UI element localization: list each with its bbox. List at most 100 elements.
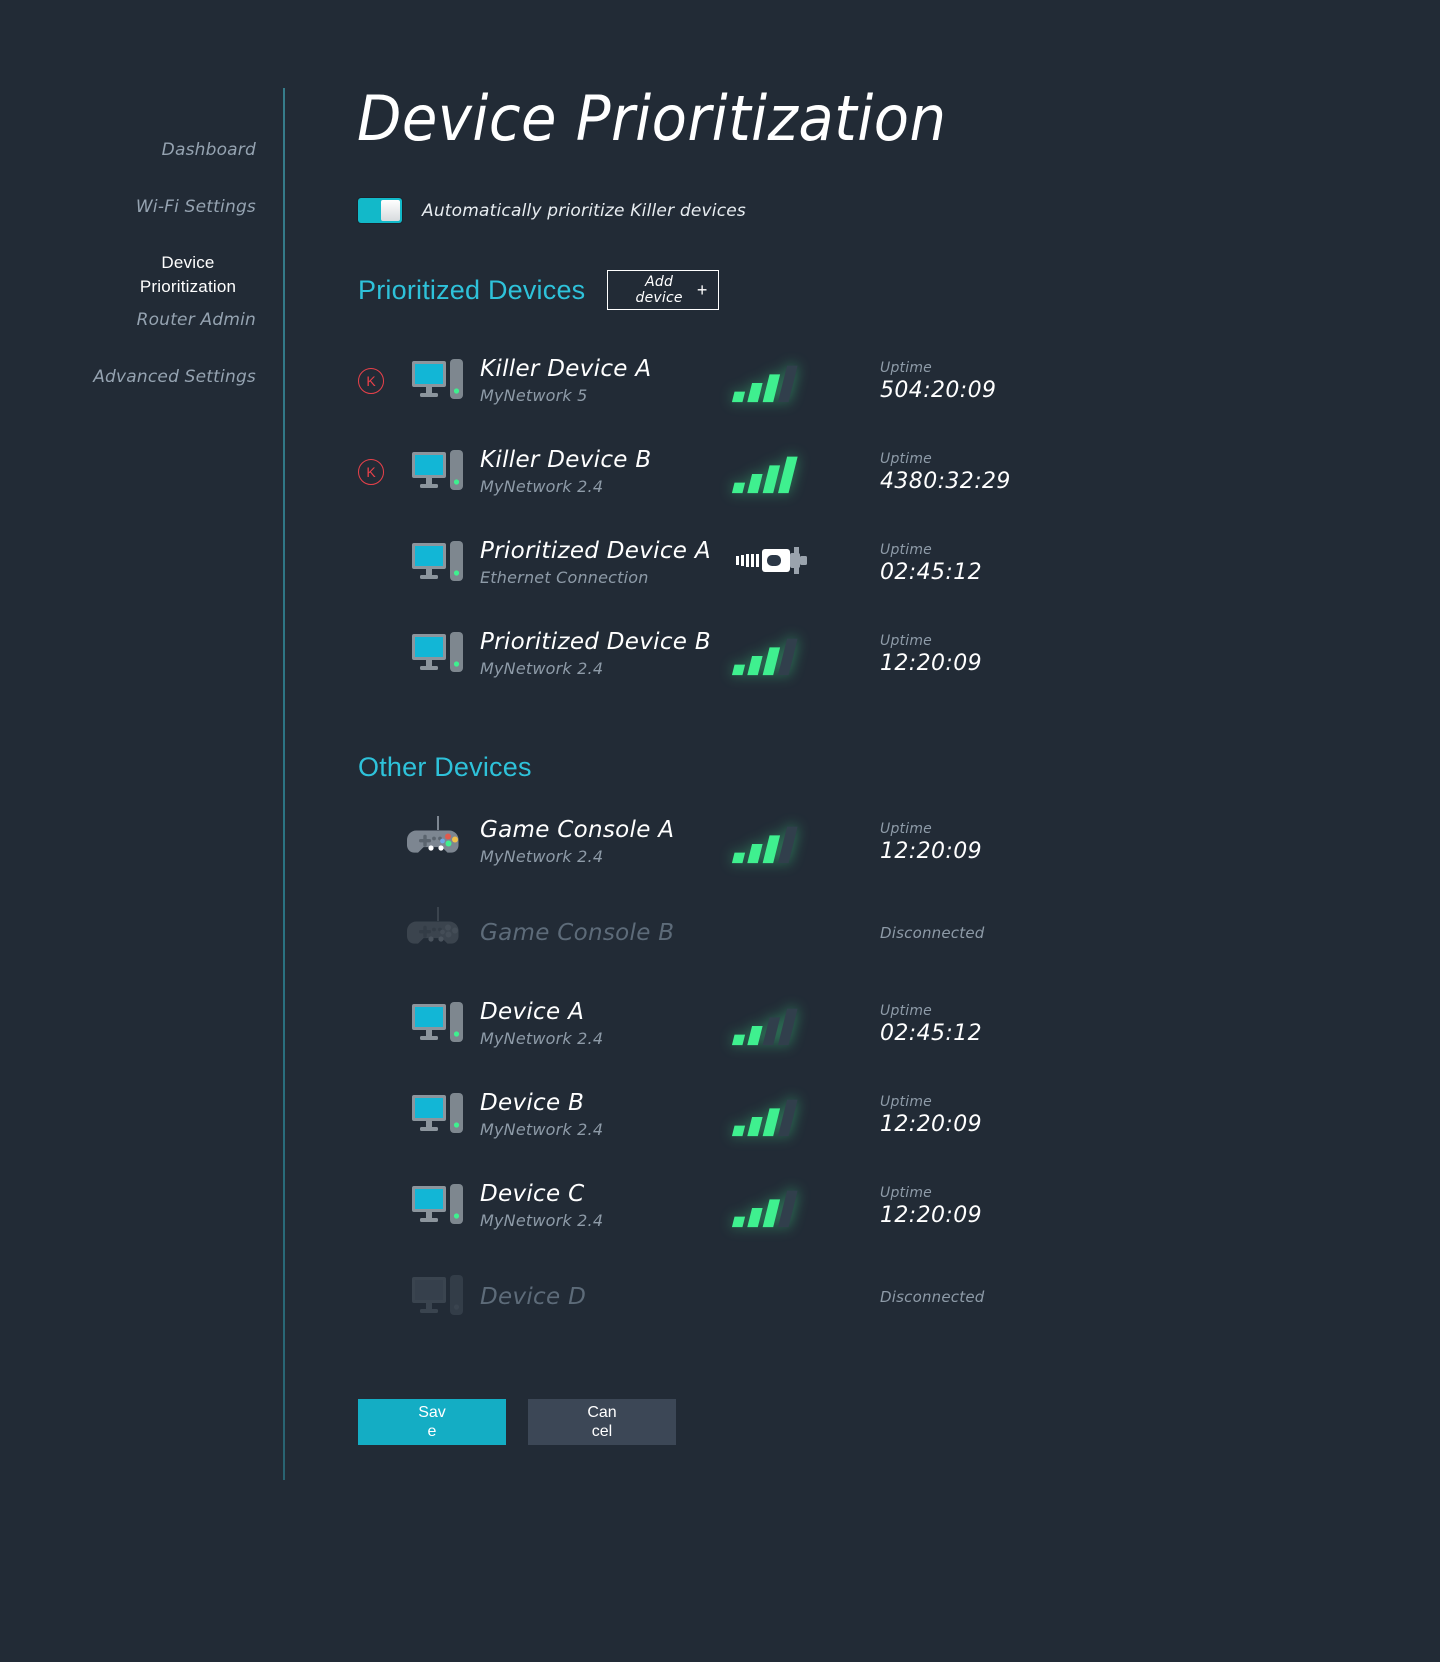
auto-prioritize-toggle[interactable] <box>358 198 402 223</box>
uptime-cell: Uptime 12:20:09 <box>880 820 1180 865</box>
pc-icon <box>410 1178 466 1234</box>
gamepad-icon-svg <box>407 816 459 853</box>
device-network: MyNetwork 2.4 <box>480 477 604 496</box>
section-header-prioritized-devices: Prioritized Devices Add device + <box>358 270 720 310</box>
section-title: Prioritized Devices <box>358 274 586 305</box>
device-row[interactable]: Device B MyNetwork 2.4 Uptime 12:20:09 <box>284 1079 1384 1151</box>
pc-icon <box>410 1269 466 1325</box>
device-info: Prioritized Device B MyNetwork 2.4 <box>480 628 900 680</box>
uptime-cell: Uptime 4380:32:29 <box>880 450 1180 495</box>
device-name: Killer Device B <box>480 447 652 473</box>
plus-icon: + <box>696 280 708 300</box>
device-name: Killer Device A <box>480 356 652 382</box>
status-badge: Disconnected <box>880 1288 985 1306</box>
pc-icon-svg <box>412 541 463 581</box>
gamepad-icon-svg <box>407 907 459 944</box>
device-row[interactable]: Device D Disconnected <box>284 1261 1384 1333</box>
sidebar-item-router-admin[interactable]: Router Admin <box>0 308 256 332</box>
device-row[interactable]: Game Console B Disconnected <box>284 897 1384 969</box>
auto-prioritize-label: Automatically prioritize Killer devices <box>422 200 746 221</box>
device-row[interactable]: Device C MyNetwork 2.4 Uptime 12:20:09 <box>284 1170 1384 1242</box>
section-title: Other Devices <box>358 752 532 782</box>
main-content: Device Prioritization Automatically prio… <box>284 0 1440 1662</box>
device-name: Device B <box>480 1090 585 1116</box>
device-info: Game Console B <box>480 919 900 947</box>
pc-icon <box>410 535 466 591</box>
cancel-button[interactable]: Cancel <box>528 1399 676 1445</box>
uptime-cell: Uptime 504:20:09 <box>880 359 1180 404</box>
device-info: Device D <box>480 1283 900 1311</box>
device-row[interactable]: Game Console A MyNetwork 2.4 Uptime 12:20:… <box>284 806 1384 878</box>
gamepad-icon <box>407 814 466 870</box>
uptime-value: 12:20:09 <box>880 838 983 864</box>
uptime-cell: Disconnected <box>880 924 1180 942</box>
signal-bars-svg <box>731 826 798 864</box>
uptime-label: Uptime <box>880 632 932 649</box>
device-info: Device B MyNetwork 2.4 <box>480 1089 900 1141</box>
toggle-knob <box>381 200 400 221</box>
device-row[interactable]: K Killer Device A MyNetwork 5 Uptime 504:2… <box>284 345 1384 417</box>
sidebar-item-device-prioritization[interactable]: Device Prioritization <box>120 251 256 299</box>
signal-strength-icon <box>731 631 822 677</box>
sidebar-item-dashboard[interactable]: Dashboard <box>0 138 256 162</box>
section-header-other-devices: Other Devices <box>358 752 532 783</box>
pc-icon-svg <box>412 359 463 399</box>
device-info: Game Console A MyNetwork 2.4 <box>480 816 900 868</box>
uptime-label: Uptime <box>880 1184 932 1201</box>
pc-icon <box>410 1087 466 1143</box>
signal-bars-svg <box>731 1099 798 1137</box>
uptime-label: Uptime <box>880 1093 932 1110</box>
pc-icon <box>410 996 466 1052</box>
pc-icon-svg <box>412 632 463 672</box>
signal-strength-icon <box>731 1001 822 1047</box>
device-network: MyNetwork 2.4 <box>480 659 604 678</box>
pc-icon-svg <box>412 1093 463 1133</box>
signal-strength-icon <box>731 819 822 865</box>
pc-icon-svg <box>412 1184 463 1224</box>
uptime-label: Uptime <box>880 1002 932 1019</box>
device-info: Killer Device A MyNetwork 5 <box>480 355 900 407</box>
device-name: Prioritized Device B <box>480 629 711 655</box>
footer-actions: Save Cancel <box>358 1399 676 1445</box>
uptime-value: 12:20:09 <box>880 650 983 676</box>
page-title: Device Prioritization <box>357 82 947 155</box>
device-network: MyNetwork 2.4 <box>480 847 604 866</box>
sidebar-item-wi-fi-settings[interactable]: Wi-Fi Settings <box>0 195 256 219</box>
uptime-value: 12:20:09 <box>880 1202 983 1228</box>
device-row[interactable]: Prioritized Device A Ethernet Connection … <box>284 527 1384 599</box>
pc-icon <box>410 444 466 500</box>
device-prioritization-page: Dashboard Wi-Fi Settings Device Prioritiza… <box>0 0 1440 1662</box>
device-network: Ethernet Connection <box>480 568 649 587</box>
device-row[interactable]: Device A MyNetwork 2.4 Uptime 02:45:12 <box>284 988 1384 1060</box>
signal-bars-svg <box>731 638 798 676</box>
uptime-cell: Uptime 12:20:09 <box>880 1093 1180 1138</box>
device-info: Device C MyNetwork 2.4 <box>480 1180 900 1232</box>
device-info: Prioritized Device A Ethernet Connection <box>480 537 900 589</box>
device-network: MyNetwork 2.4 <box>480 1211 604 1230</box>
device-row[interactable]: K Killer Device B MyNetwork 2.4 Uptime 438… <box>284 436 1384 508</box>
device-network: MyNetwork 2.4 <box>480 1120 604 1139</box>
uptime-label: Uptime <box>880 450 932 467</box>
uptime-value: 4380:32:29 <box>880 468 1011 494</box>
pc-icon <box>410 626 466 682</box>
signal-bars-svg <box>731 365 798 403</box>
killer-badge-icon: K <box>358 368 384 394</box>
sidebar-item-advanced-settings[interactable]: Advanced Settings <box>0 365 256 389</box>
device-row[interactable]: Prioritized Device B MyNetwork 2.4 Uptime… <box>284 618 1384 690</box>
uptime-label: Uptime <box>880 541 932 558</box>
killer-badge-icon: K <box>358 459 384 485</box>
device-name: Game Console B <box>480 920 675 946</box>
uptime-value: 02:45:12 <box>880 1020 983 1046</box>
status-badge: Disconnected <box>880 924 985 942</box>
uptime-value: 12:20:09 <box>880 1111 983 1137</box>
signal-bars-svg <box>731 1008 798 1046</box>
pc-icon-svg <box>412 1002 463 1042</box>
sidebar: Dashboard Wi-Fi Settings Device Prioritiza… <box>0 0 284 1662</box>
add-device-button[interactable]: Add device + <box>607 270 720 310</box>
uptime-value: 504:20:09 <box>880 377 997 403</box>
signal-bars-svg <box>731 456 798 494</box>
uptime-cell: Uptime 12:20:09 <box>880 1184 1180 1229</box>
save-button[interactable]: Save <box>358 1399 506 1445</box>
device-name: Device D <box>480 1284 587 1310</box>
add-device-label: Add device <box>635 274 683 306</box>
